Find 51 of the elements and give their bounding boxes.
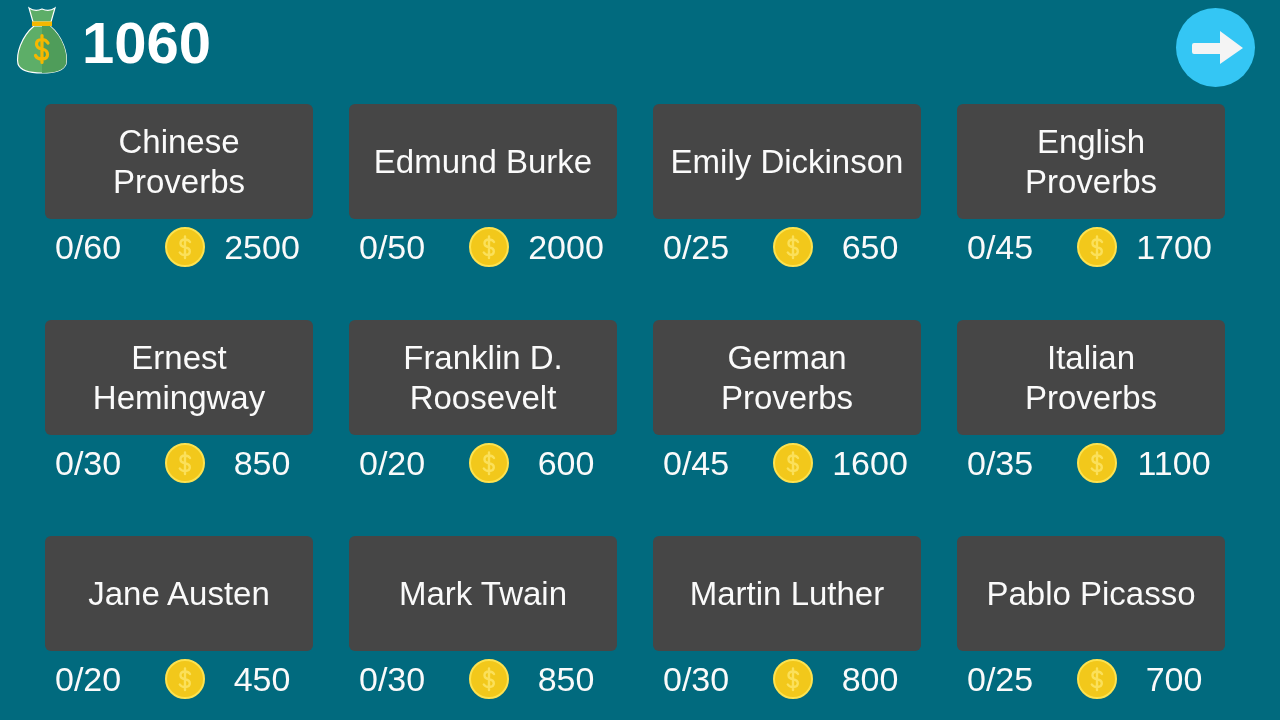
progress-count: 0/25	[966, 659, 1035, 699]
coin-icon	[1077, 659, 1117, 699]
category-card[interactable]: Emily Dickinson	[653, 104, 921, 219]
progress-count: 0/45	[662, 443, 731, 483]
progress-count: 0/45	[966, 227, 1035, 267]
category-card[interactable]: Martin Luther	[653, 536, 921, 651]
price-text: 2500	[223, 227, 301, 267]
category-card[interactable]: Mark Twain	[349, 536, 617, 651]
progress-count: 0/20	[358, 443, 427, 483]
category-card[interactable]: Italian Proverbs	[957, 320, 1225, 435]
category-card[interactable]: English Proverbs	[957, 104, 1225, 219]
category-card[interactable]: Franklin D. Roosevelt	[349, 320, 617, 435]
price-text: 700	[1144, 659, 1204, 699]
category-card[interactable]: Pablo Picasso	[957, 536, 1225, 651]
progress-count: 0/60	[54, 227, 123, 267]
price-text: 600	[536, 443, 596, 483]
progress-count: 0/30	[358, 659, 427, 699]
category-card[interactable]: Jane Austen	[45, 536, 313, 651]
coin-icon	[773, 227, 813, 267]
price-text: 450	[232, 659, 292, 699]
coin-icon	[1077, 443, 1117, 483]
progress-count: 0/30	[662, 659, 731, 699]
coin-icon	[1077, 227, 1117, 267]
coin-icon	[165, 443, 205, 483]
arrow-right-icon	[1191, 30, 1244, 65]
price-text: 1700	[1135, 227, 1213, 267]
coin-icon	[165, 227, 205, 267]
coin-icon	[773, 659, 813, 699]
progress-count: 0/50	[358, 227, 427, 267]
price-text: 850	[232, 443, 292, 483]
progress-count: 0/20	[54, 659, 123, 699]
price-text: 800	[840, 659, 900, 699]
price-text: 1600	[831, 443, 909, 483]
category-card[interactable]: Edmund Burke	[349, 104, 617, 219]
price-text: 650	[840, 227, 900, 267]
progress-count: 0/30	[54, 443, 123, 483]
category-card[interactable]: Ernest Hemingway	[45, 320, 313, 435]
coin-icon	[773, 443, 813, 483]
price-text: 1100	[1136, 443, 1212, 483]
money-bag-icon	[15, 6, 69, 74]
coin-icon	[165, 659, 205, 699]
coin-icon	[469, 659, 509, 699]
coin-icon	[469, 227, 509, 267]
price-text: 2000	[527, 227, 605, 267]
category-card[interactable]: Chinese Proverbs	[45, 104, 313, 219]
price-text: 850	[536, 659, 596, 699]
progress-count: 0/25	[662, 227, 731, 267]
coin-balance: 1060	[82, 14, 212, 72]
progress-count: 0/35	[966, 443, 1035, 483]
coin-icon	[469, 443, 509, 483]
category-card[interactable]: German Proverbs	[653, 320, 921, 435]
